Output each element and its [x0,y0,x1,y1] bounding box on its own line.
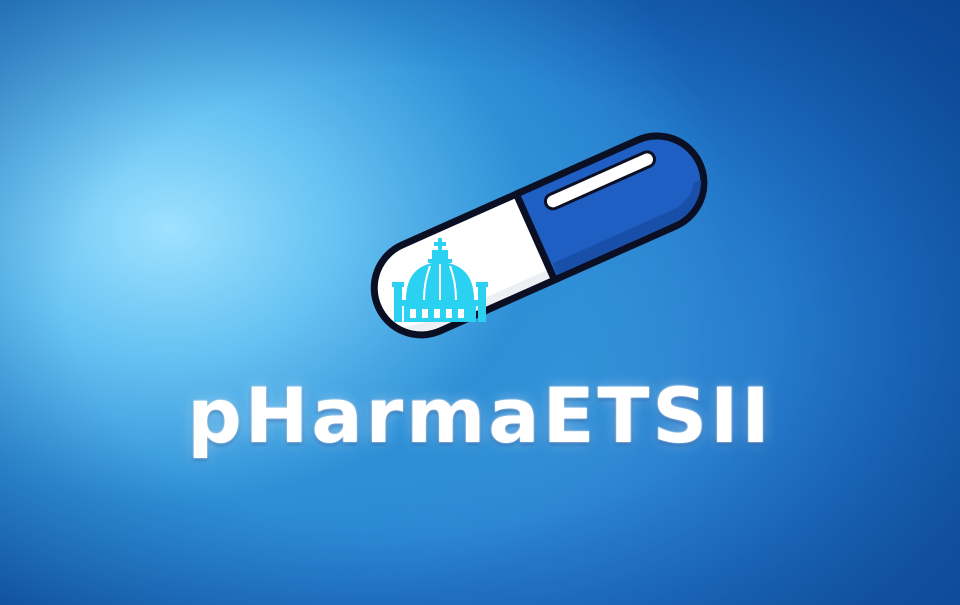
splash-screen: pHarmaETSII [0,0,960,605]
app-title: pHarmaETSII [187,371,773,460]
pill-capsule-icon [370,132,708,339]
